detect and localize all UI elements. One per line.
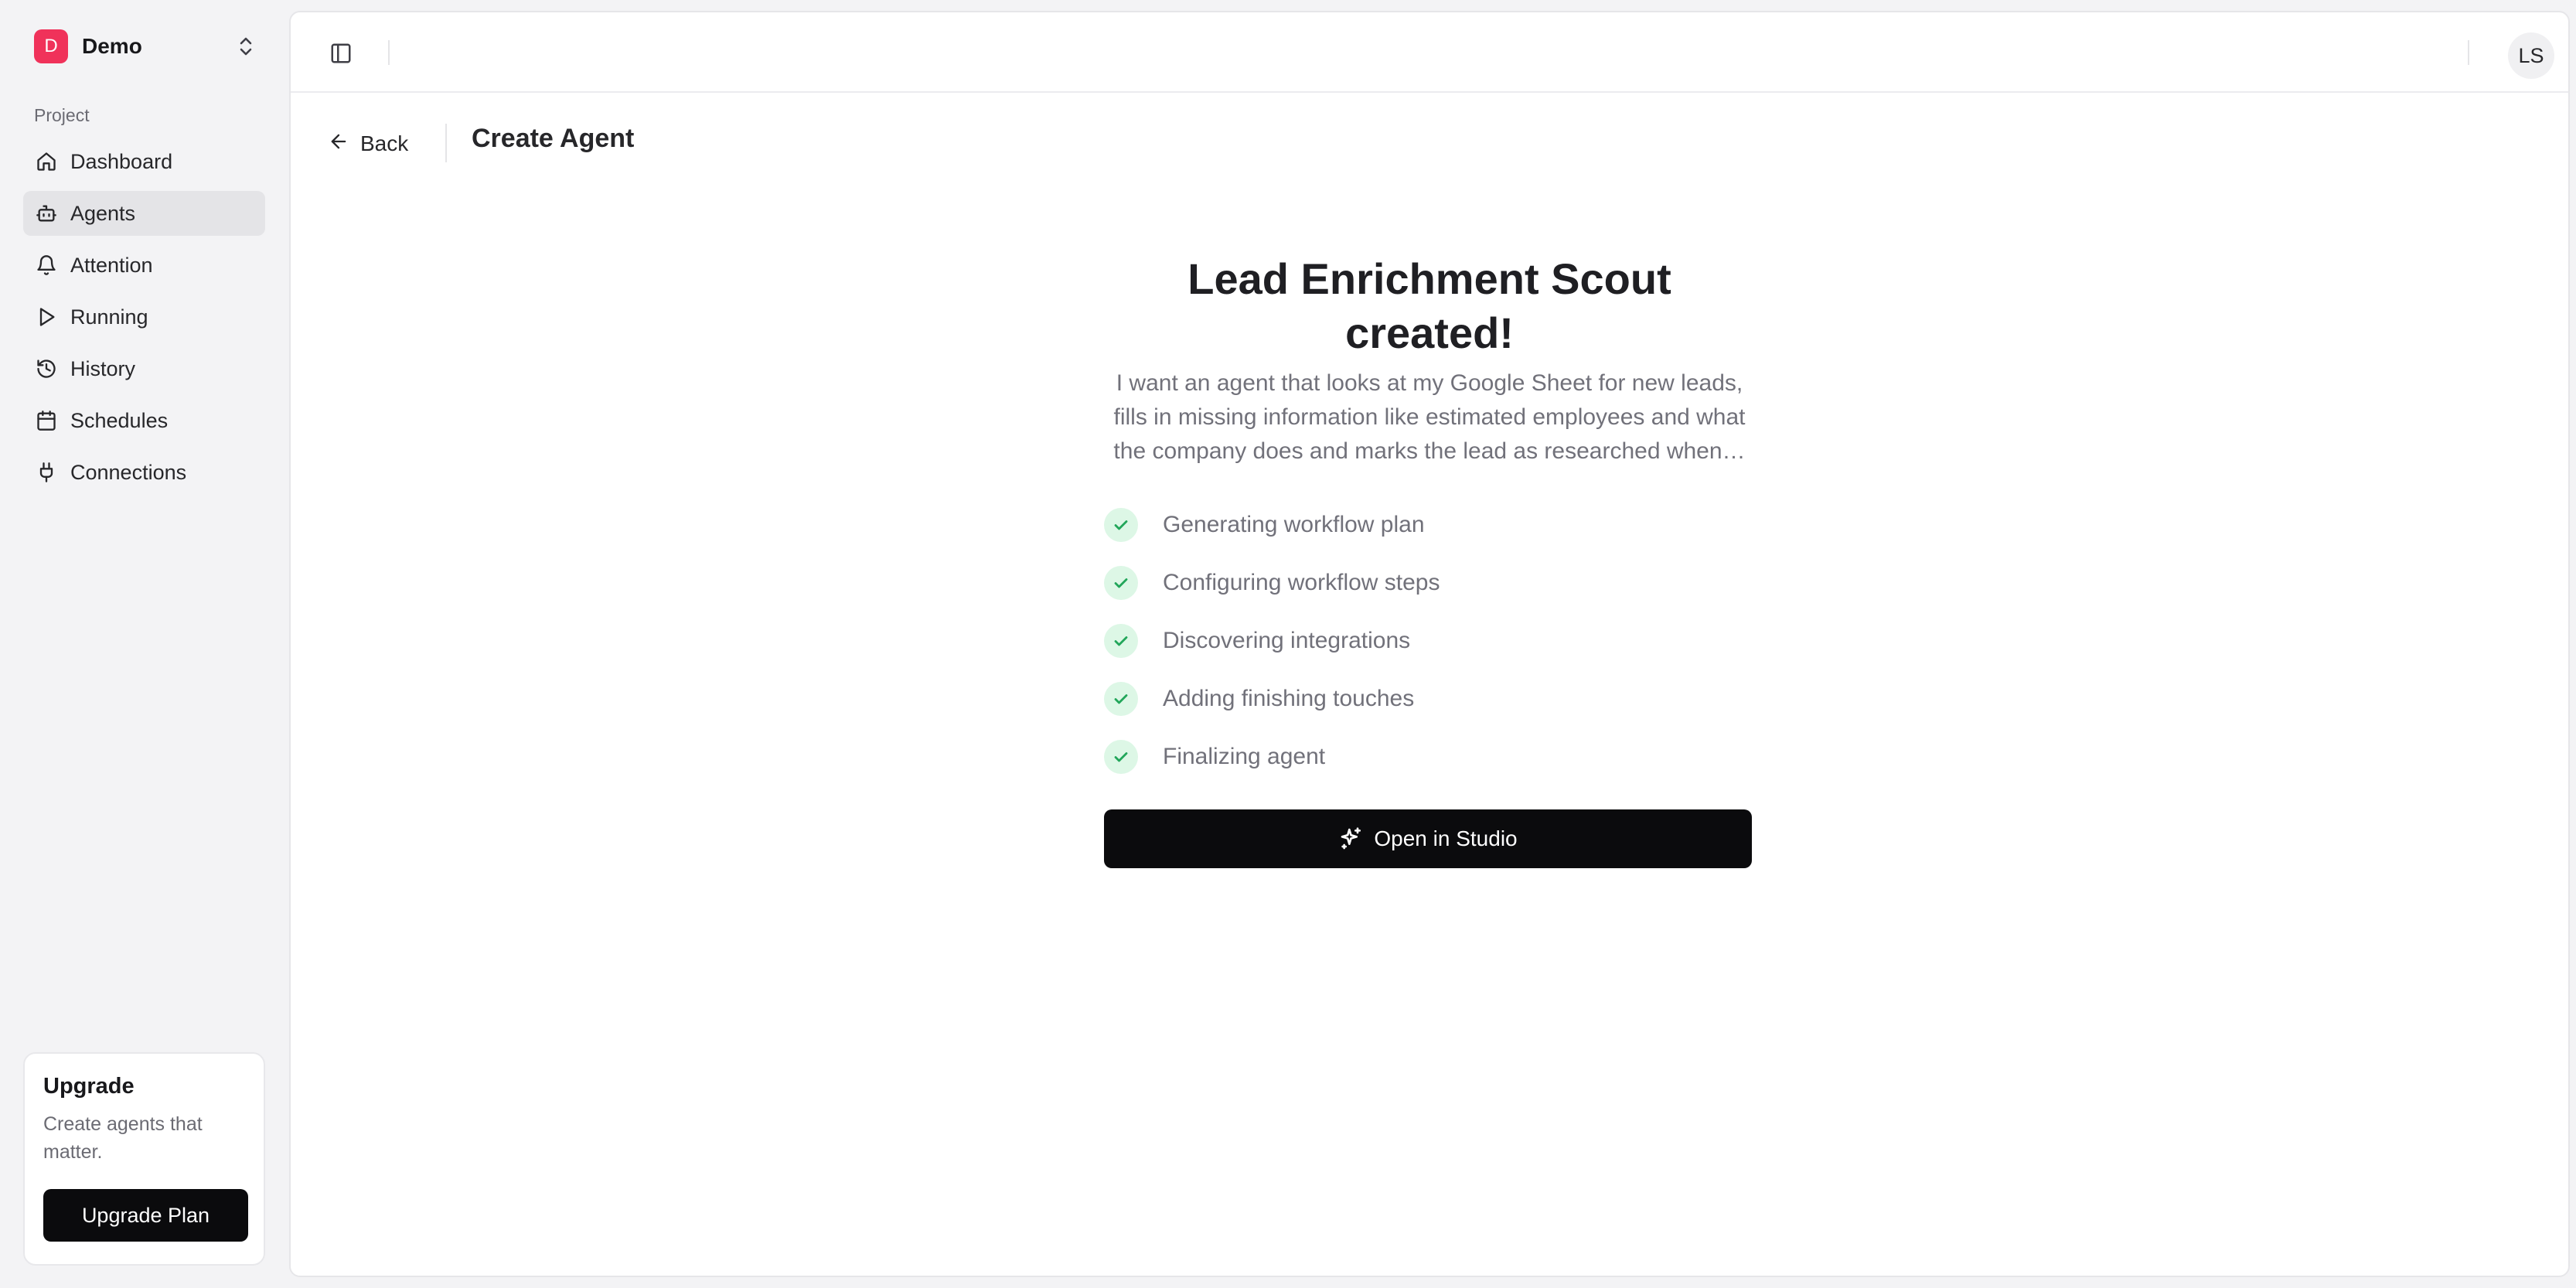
sidebar-item-running[interactable]: Running — [23, 295, 265, 339]
step-label: Finalizing agent — [1163, 744, 1326, 769]
description-line: the company does and marks the lead as r… — [1113, 438, 1746, 464]
back-button[interactable]: Back — [328, 128, 408, 159]
sparkles-icon — [1338, 826, 1365, 852]
sidebar-item-connections[interactable]: Connections — [23, 450, 265, 495]
sidebar: D Demo Project Dashboard Agents Attentio… — [0, 0, 288, 1288]
step-item: Configuring workflow steps — [1104, 565, 1755, 601]
chevron-up-down-icon — [233, 34, 258, 59]
check-icon — [1104, 740, 1138, 774]
topbar-divider — [2468, 40, 2469, 65]
check-icon — [1104, 624, 1138, 658]
sidebar-item-label: Agents — [70, 201, 136, 225]
org-name: Demo — [82, 34, 142, 58]
upgrade-title: Upgrade — [43, 1074, 135, 1099]
step-item: Generating workflow plan — [1104, 507, 1755, 543]
progress-steps: Generating workflow plan Configuring wor… — [1104, 507, 1755, 775]
description-line: I want an agent that looks at my Google … — [1116, 370, 1743, 396]
org-badge: D — [34, 29, 68, 63]
main-panel: LS Back Create Agent Lead Enrichment Sco… — [289, 11, 2570, 1277]
sidebar-item-label: Attention — [70, 253, 153, 277]
sidebar-item-schedules[interactable]: Schedules — [23, 398, 265, 443]
bell-icon — [35, 254, 58, 277]
agent-prompt-description: I want an agent that looks at my Google … — [1104, 366, 1755, 469]
upgrade-description: Create agents that matter. — [43, 1113, 203, 1163]
sidebar-item-label: Connections — [70, 460, 187, 484]
sidebar-item-attention[interactable]: Attention — [23, 243, 265, 288]
upgrade-plan-button[interactable]: Upgrade Plan — [43, 1189, 248, 1242]
sidebar-item-label: Running — [70, 305, 148, 329]
history-icon — [35, 357, 58, 380]
topbar: LS — [291, 12, 2568, 93]
bot-icon — [35, 202, 58, 225]
sidebar-item-label: History — [70, 356, 136, 380]
sidebar-item-label: Dashboard — [70, 149, 173, 173]
page-title: Create Agent — [472, 124, 635, 153]
sidebar-toggle-icon[interactable] — [328, 40, 354, 66]
step-label: Configuring workflow steps — [1163, 570, 1440, 595]
check-icon — [1104, 508, 1138, 542]
app-window: D Demo Project Dashboard Agents Attentio… — [0, 0, 2576, 1288]
sidebar-nav: Dashboard Agents Attention Running Histo… — [23, 139, 265, 502]
arrow-left-icon — [328, 131, 349, 158]
step-item: Adding finishing touches — [1104, 681, 1755, 717]
sidebar-item-dashboard[interactable]: Dashboard — [23, 139, 265, 184]
upgrade-card: Upgrade Create agents that matter. Upgra… — [23, 1052, 265, 1266]
sidebar-item-agents[interactable]: Agents — [23, 191, 265, 236]
play-icon — [35, 305, 58, 329]
step-label: Discovering integrations — [1163, 628, 1411, 653]
agent-created-panel: Lead Enrichment Scout created! I want an… — [1104, 252, 1755, 868]
section-label-project: Project — [34, 105, 90, 125]
open-in-studio-button[interactable]: Open in Studio — [1104, 809, 1752, 868]
step-item: Finalizing agent — [1104, 739, 1755, 775]
step-label: Adding finishing touches — [1163, 686, 1415, 711]
calendar-icon — [35, 409, 58, 432]
plug-icon — [35, 461, 58, 484]
home-icon — [35, 150, 58, 173]
avatar[interactable]: LS — [2508, 32, 2554, 79]
check-icon — [1104, 682, 1138, 716]
header-divider — [445, 124, 447, 162]
step-label: Generating workflow plan — [1163, 512, 1425, 537]
back-label: Back — [360, 131, 409, 155]
topbar-divider — [388, 40, 390, 65]
agent-created-title: Lead Enrichment Scout created! — [1187, 254, 1671, 357]
page-header: Back Create Agent — [291, 93, 2568, 178]
check-icon — [1104, 566, 1138, 600]
description-line: fills in missing information like estima… — [1113, 404, 1746, 430]
sidebar-item-history[interactable]: History — [23, 346, 265, 391]
step-item: Discovering integrations — [1104, 623, 1755, 659]
org-switcher[interactable]: D Demo — [34, 29, 258, 63]
sidebar-item-label: Schedules — [70, 408, 169, 432]
open-in-studio-label: Open in Studio — [1374, 826, 1518, 850]
